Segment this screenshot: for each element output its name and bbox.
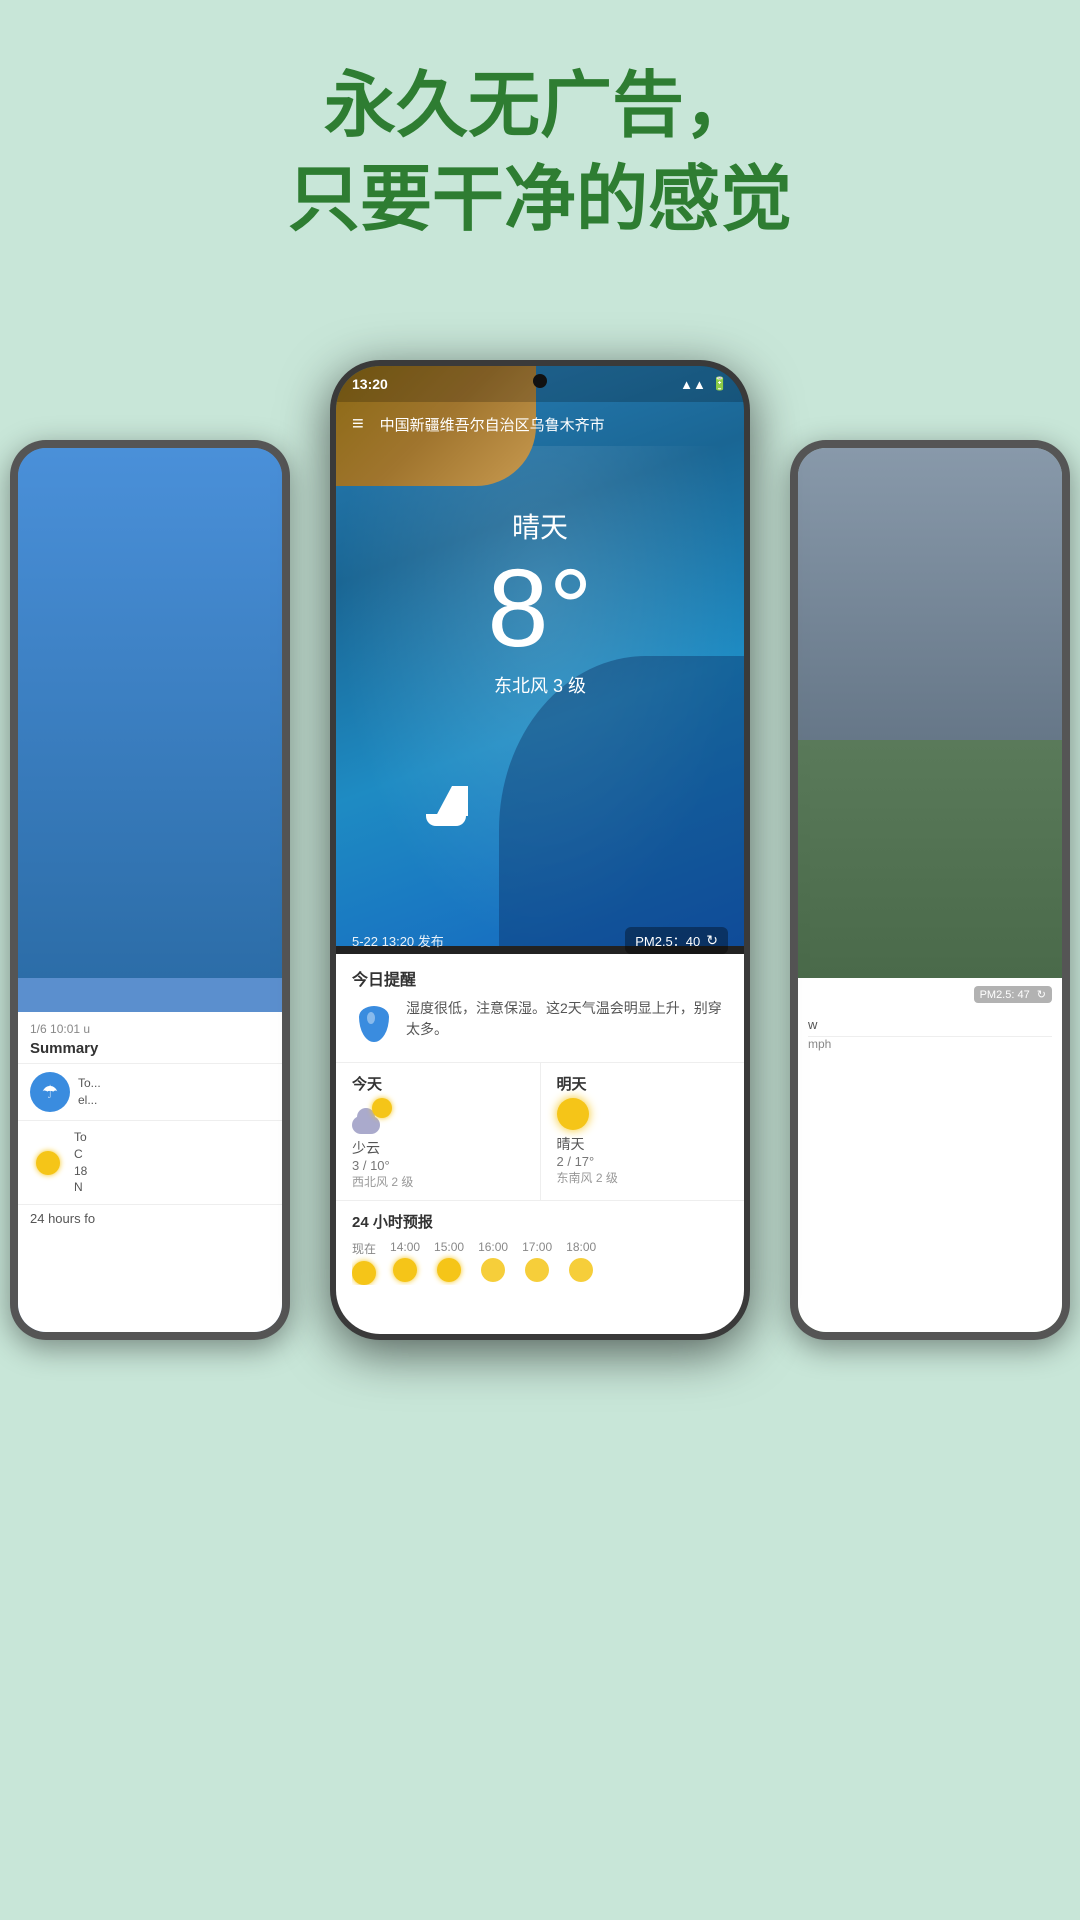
phone-right: PM2.5: 47 ↻ w mph <box>790 440 1070 1340</box>
tomorrow-label: 明天 <box>557 1073 729 1094</box>
left-date: 1/6 10:01 u <box>30 1022 270 1036</box>
camera-dot <box>533 374 547 388</box>
left-today-text: To C 18 N <box>74 1129 87 1196</box>
right-bottom: PM2.5: 47 ↻ w mph <box>798 978 1062 1332</box>
hourly-sun-14 <box>393 1258 417 1282</box>
hourly-item-16: 16:00 <box>478 1240 508 1285</box>
reminder-text: 湿度很低，注意保湿。这2天气温会明显上升，别穿太多。 <box>406 998 728 1040</box>
status-time: 13:20 <box>352 376 388 392</box>
phone-center-inner: 13:20 ▲▲ 🔋 ≡ 中国新疆维吾尔自治区乌鲁木齐市 晴天 8° 东北风 3… <box>336 366 744 1334</box>
phones-container: 1/6 10:01 u Summary ☂ To...el... To C <box>0 360 1080 1920</box>
publish-time: 5-22 13:20 发布 <box>352 931 444 950</box>
hourly-row: 现在 14:00 15:00 <box>352 1240 728 1285</box>
left-24h: 24 hours fo <box>18 1205 282 1232</box>
screen: 13:20 ▲▲ 🔋 ≡ 中国新疆维吾尔自治区乌鲁木齐市 晴天 8° 东北风 3… <box>336 366 744 1334</box>
today-icon <box>352 1098 392 1134</box>
location-text: 中国新疆维吾尔自治区乌鲁木齐市 <box>380 414 605 435</box>
status-icons: ▲▲ 🔋 <box>680 376 728 392</box>
tomorrow-icon <box>557 1098 729 1130</box>
reminder-content: 湿度很低，注意保湿。这2天气温会明显上升，别穿太多。 <box>352 998 728 1050</box>
left-sun-icon <box>30 1145 66 1181</box>
umbrella-icon: ☂ <box>30 1072 70 1112</box>
phone-left-panel: 1/6 10:01 u Summary ☂ To...el... To C <box>18 1012 282 1332</box>
weather-temperature: 8° <box>336 554 744 664</box>
weather-wind: 东北风 3 级 <box>336 672 744 698</box>
hourly-sun-16 <box>481 1258 505 1282</box>
right-wind-unit: mph <box>808 1037 1052 1051</box>
hourly-section: 24 小时预报 现在 14:00 15:00 <box>336 1201 744 1291</box>
white-panel: 今日提醒 湿度很低，注意保湿。这2天气温会明显上升，别穿太多。 <box>336 954 744 1334</box>
headline: 永久无广告， 只要干净的感觉 <box>0 60 1080 247</box>
left-desc: To...el... <box>78 1075 101 1109</box>
forecast-today: 今天 少云 3 / 10° 西北风 2 级 <box>336 1063 541 1200</box>
headline-line2: 只要干净的感觉 <box>0 154 1080 248</box>
tomorrow-condition: 晴天 <box>557 1134 729 1154</box>
hourly-item-now: 现在 <box>352 1240 376 1285</box>
phone-left: 1/6 10:01 u Summary ☂ To...el... To C <box>10 440 290 1340</box>
forecast-tomorrow: 明天 晴天 2 / 17° 东南风 2 级 <box>541 1063 745 1200</box>
tomorrow-wind: 东南风 2 级 <box>557 1169 729 1186</box>
pm-badge[interactable]: PM2.5：40 ↻ <box>625 927 728 954</box>
weather-condition: 晴天 <box>336 506 744 546</box>
right-pm-badge: PM2.5: 47 ↻ <box>974 986 1052 1003</box>
water-drop-icon <box>352 998 396 1050</box>
forecast-row: 今天 少云 3 / 10° 西北风 2 级 明天 <box>336 1063 744 1201</box>
refresh-icon[interactable]: ↻ <box>706 932 718 949</box>
weather-main: 晴天 8° 东北风 3 级 <box>336 506 744 698</box>
hourly-item-15: 15:00 <box>434 1240 464 1285</box>
right-bg <box>798 448 1062 978</box>
right-wind-row: w <box>808 1013 1052 1037</box>
sailboat <box>416 776 476 826</box>
hourly-sun-17 <box>525 1258 549 1282</box>
phone-left-screen: 1/6 10:01 u Summary ☂ To...el... To C <box>18 448 282 1332</box>
left-bg <box>18 448 282 978</box>
menu-icon[interactable]: ≡ <box>352 413 364 436</box>
today-label: 今天 <box>352 1073 524 1094</box>
left-summary-label: Summary <box>30 1040 270 1057</box>
bottom-info-bar: 5-22 13:20 发布 PM2.5：40 ↻ <box>336 927 744 954</box>
phone-center: 13:20 ▲▲ 🔋 ≡ 中国新疆维吾尔自治区乌鲁木齐市 晴天 8° 东北风 3… <box>330 360 750 1340</box>
hourly-title: 24 小时预报 <box>352 1211 728 1232</box>
today-reminder: 今日提醒 湿度很低，注意保湿。这2天气温会明显上升，别穿太多。 <box>336 954 744 1063</box>
battery-icon: 🔋 <box>712 376 728 392</box>
hourly-sun-now <box>352 1261 376 1285</box>
left-today-row: To C 18 N <box>18 1121 282 1205</box>
hourly-item-17: 17:00 <box>522 1240 552 1285</box>
reminder-title: 今日提醒 <box>352 966 728 990</box>
left-date-row: 1/6 10:01 u Summary <box>18 1012 282 1064</box>
hourly-sun-18 <box>569 1258 593 1282</box>
today-condition: 少云 <box>352 1138 524 1158</box>
hourly-item-18: 18:00 <box>566 1240 596 1285</box>
hourly-item-14: 14:00 <box>390 1240 420 1285</box>
today-wind: 西北风 2 级 <box>352 1173 524 1190</box>
headline-line1: 永久无广告， <box>0 60 1080 154</box>
pm-value: PM2.5：40 <box>635 931 700 950</box>
today-temp: 3 / 10° <box>352 1158 524 1173</box>
tomorrow-temp: 2 / 17° <box>557 1154 729 1169</box>
wifi-icon: ▲▲ <box>680 377 706 392</box>
navbar: ≡ 中国新疆维吾尔自治区乌鲁木齐市 <box>336 402 744 446</box>
hourly-sun-15 <box>437 1258 461 1282</box>
phone-right-screen: PM2.5: 47 ↻ w mph <box>798 448 1062 1332</box>
left-icon-row: ☂ To...el... <box>18 1064 282 1121</box>
